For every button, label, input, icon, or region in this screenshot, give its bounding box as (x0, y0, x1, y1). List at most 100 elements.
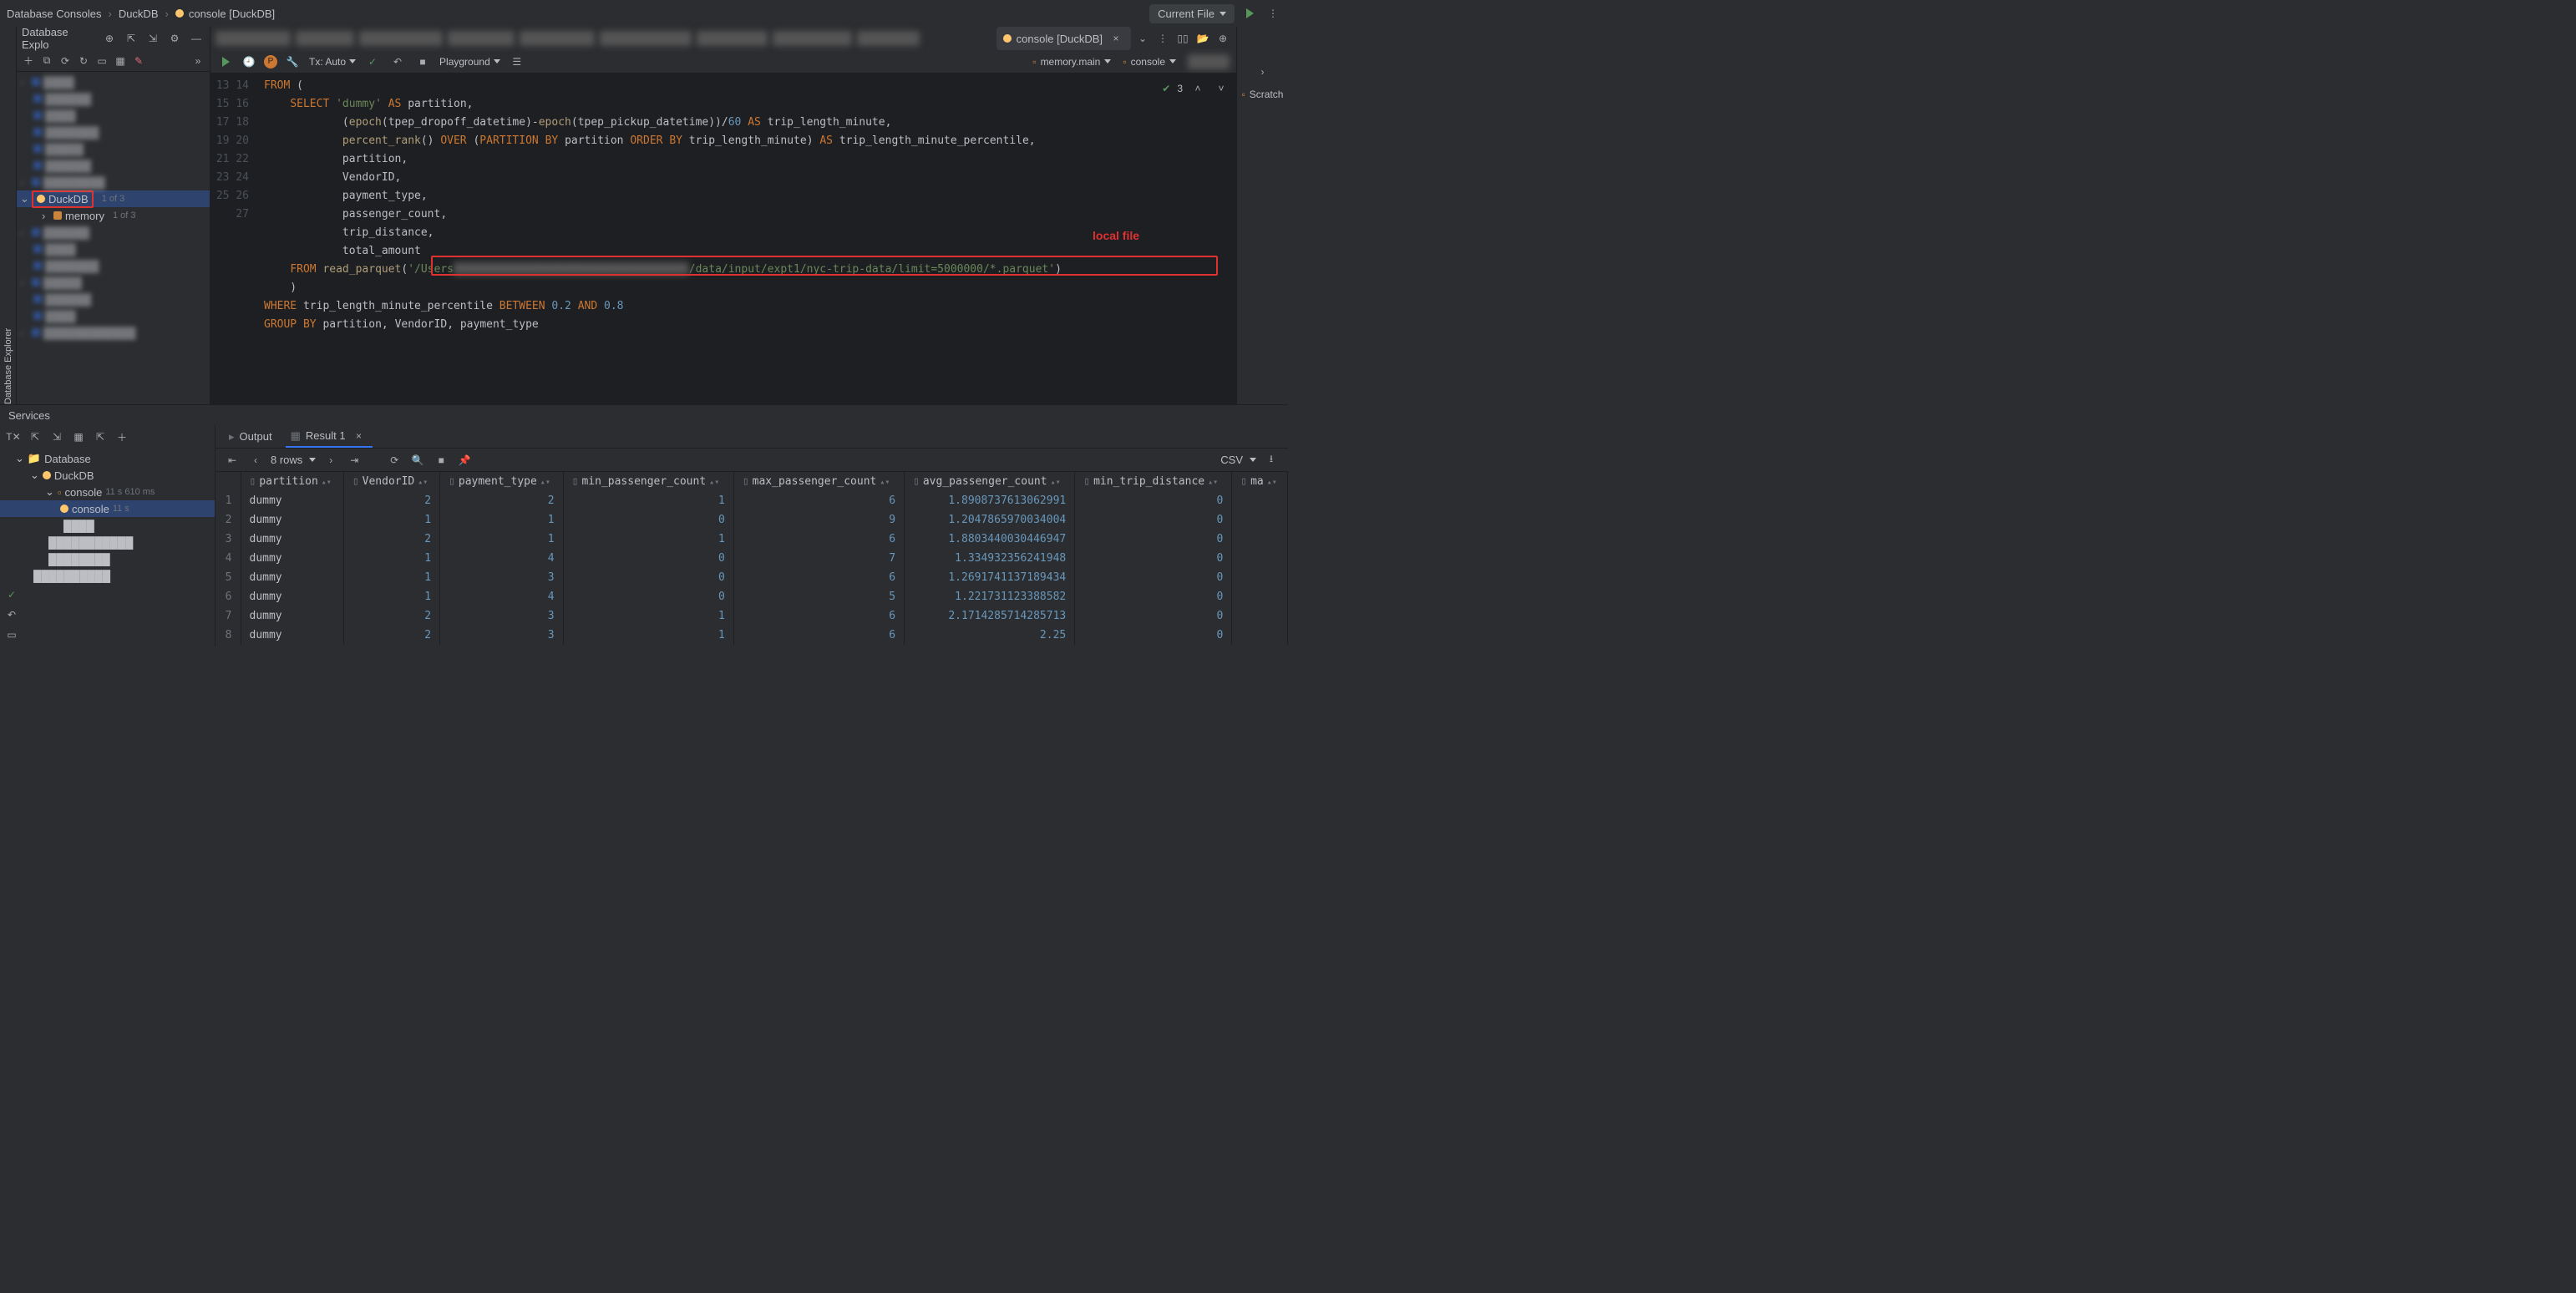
datasource-select[interactable]: ▫ memory.main (1032, 56, 1111, 68)
column-header[interactable]: ▯avg_passenger_count▴▾ (905, 472, 1075, 491)
chevron-down-icon[interactable]: ⌄ (1134, 30, 1151, 47)
services-tree[interactable]: ⌄📁 Database ⌄ DuckDB ⌄▫ console 11 s 610… (0, 449, 215, 583)
tree-item-memory[interactable]: › memory 1 of 3 (17, 207, 210, 224)
next-page-icon[interactable]: › (322, 452, 339, 469)
tree-time: 11 s (113, 504, 129, 514)
schema-icon (53, 211, 62, 220)
collapse-icon[interactable]: ⇱ (27, 428, 43, 445)
table-row[interactable]: 1dummy22161.89087376130629910 (216, 491, 1288, 510)
scratch-tab[interactable]: ▫ Scratch (1242, 89, 1284, 100)
table-row[interactable]: 8dummy23162.250 (216, 626, 1288, 645)
search-icon[interactable]: 🔍 (409, 452, 426, 469)
console-select[interactable]: ▫ console (1123, 56, 1176, 68)
column-header[interactable]: ▯partition▴▾ (241, 472, 343, 491)
playground-select[interactable]: Playground (439, 56, 500, 68)
database-tree[interactable]: ›████ ██████ ████ ███████ █████ ██████ ›… (17, 72, 210, 404)
expand-icon[interactable]: › (1255, 63, 1271, 80)
column-header[interactable]: ▯payment_type▴▾ (440, 472, 564, 491)
tree-item-console-run[interactable]: console 11 s (0, 500, 215, 517)
explain-icon[interactable]: P (264, 55, 277, 68)
execute-button[interactable] (217, 53, 234, 70)
result-grid[interactable]: ▯partition▴▾▯VendorID▴▾▯payment_type▴▾▯m… (216, 472, 1288, 646)
breadcrumb-item[interactable]: DuckDB (119, 8, 159, 20)
table-row[interactable]: 3dummy21161.88034400304469470 (216, 530, 1288, 549)
prev-page-icon[interactable]: ‹ (247, 452, 264, 469)
refresh-icon[interactable]: ⟳ (386, 452, 403, 469)
close-icon[interactable]: × (351, 428, 368, 444)
more-icon[interactable]: ⋮ (1154, 30, 1171, 47)
run-button[interactable] (1241, 5, 1258, 22)
commit-icon[interactable]: ✓ (364, 53, 381, 70)
table-row[interactable]: 6dummy14051.2217311233885820 (216, 587, 1288, 606)
nav-up-icon[interactable]: ˄ (1189, 80, 1206, 97)
minimize-icon[interactable]: — (188, 30, 205, 47)
tab-output[interactable]: ▸ Output (224, 428, 277, 445)
expand-icon[interactable]: ⇲ (145, 30, 161, 47)
filter-icon[interactable]: ▭ (94, 53, 110, 69)
breadcrumb-item[interactable]: Database Consoles (7, 8, 101, 20)
column-header[interactable]: ▯min_trip_distance▴▾ (1075, 472, 1232, 491)
more-icon[interactable]: ⋮ (1265, 5, 1281, 22)
table-icon[interactable]: ▦ (112, 53, 129, 69)
column-header[interactable]: ▯ma▴▾ (1232, 472, 1288, 491)
layout-icon[interactable]: ▭ (3, 626, 20, 643)
gear-icon[interactable]: ⚙ (166, 30, 183, 47)
new-icon[interactable]: ＋ (20, 53, 37, 69)
tree-item-database[interactable]: ⌄📁 Database (0, 450, 215, 467)
run-config-select[interactable]: Current File (1149, 4, 1235, 23)
tree-badge: 1 of 3 (113, 210, 136, 221)
rollback-icon[interactable]: ↶ (389, 53, 406, 70)
download-icon[interactable]: ⭳ (1263, 452, 1280, 469)
sync-icon[interactable]: ↻ (75, 53, 92, 69)
more-icon[interactable]: » (190, 53, 206, 69)
breadcrumb-item[interactable]: console [DuckDB] (175, 8, 275, 20)
duplicate-icon[interactable]: ⧉ (38, 53, 55, 69)
grid-icon[interactable]: ▦ (70, 428, 87, 445)
refresh-icon[interactable]: ⟳ (57, 53, 74, 69)
rollback-icon[interactable]: ↶ (3, 606, 20, 623)
check-icon[interactable]: ✓ (3, 586, 20, 603)
nav-down-icon[interactable]: ˅ (1213, 80, 1230, 97)
tab-console[interactable]: console [DuckDB] × (996, 27, 1131, 50)
column-header[interactable]: ▯max_passenger_count▴▾ (733, 472, 904, 491)
collapse-icon[interactable]: ⇱ (123, 30, 139, 47)
table-row[interactable]: 4dummy14071.3349323562419480 (216, 549, 1288, 568)
close-icon[interactable]: × (1108, 30, 1124, 47)
export-icon[interactable]: ⇱ (92, 428, 109, 445)
column-header[interactable]: ▯min_passenger_count▴▾ (563, 472, 733, 491)
add-icon[interactable]: ＋ (114, 428, 130, 445)
highlight-icon[interactable]: ✎ (130, 53, 147, 69)
export-format[interactable]: CSV (1220, 454, 1243, 466)
tree-label: console (72, 503, 109, 515)
tab-result[interactable]: ▦ Result 1 × (286, 426, 373, 448)
expand-icon[interactable]: ⇲ (48, 428, 65, 445)
tree-item-console[interactable]: ⌄▫ console 11 s 610 ms (0, 484, 215, 500)
wrench-icon[interactable]: 🔧 (284, 53, 301, 70)
pin-icon[interactable]: 📌 (456, 452, 473, 469)
side-tab-database-explorer[interactable]: Database Explorer (0, 27, 17, 404)
table-row[interactable]: 5dummy13061.26917411371894340 (216, 568, 1288, 587)
settings-icon[interactable]: ☰ (509, 53, 525, 70)
tree-item-duckdb[interactable]: ⌄ DuckDB 1 of 3 (17, 190, 210, 207)
tx-icon[interactable]: T✕ (5, 428, 22, 445)
target-icon[interactable]: ⊕ (1214, 30, 1231, 47)
stop-icon[interactable]: ■ (414, 53, 431, 70)
row-count[interactable]: 8 rows (271, 454, 302, 466)
add-icon[interactable]: ⊕ (101, 30, 118, 47)
first-page-icon[interactable]: ⇤ (224, 452, 241, 469)
last-page-icon[interactable]: ⇥ (346, 452, 363, 469)
tree-item-duckdb[interactable]: ⌄ DuckDB (0, 467, 215, 484)
sql-editor[interactable]: FROM ( SELECT 'dummy' AS partition, (epo… (257, 74, 1236, 404)
table-row[interactable]: 2dummy11091.20478659700340040 (216, 510, 1288, 530)
history-icon[interactable]: 🕘 (241, 53, 257, 70)
tab-label: Result 1 (306, 429, 346, 442)
open-icon[interactable]: 📂 (1194, 30, 1211, 47)
stop-icon[interactable]: ■ (433, 452, 449, 469)
table-row[interactable]: 7dummy23162.17142857142857130 (216, 606, 1288, 626)
column-header[interactable]: ▯VendorID▴▾ (343, 472, 439, 491)
tree-label: Database (44, 453, 91, 465)
playground-label: Playground (439, 56, 490, 68)
split-icon[interactable]: ▯▯ (1174, 30, 1191, 47)
tx-mode-select[interactable]: Tx: Auto (309, 56, 356, 68)
breadcrumb[interactable]: Database Consoles › DuckDB › console [Du… (7, 8, 1149, 20)
